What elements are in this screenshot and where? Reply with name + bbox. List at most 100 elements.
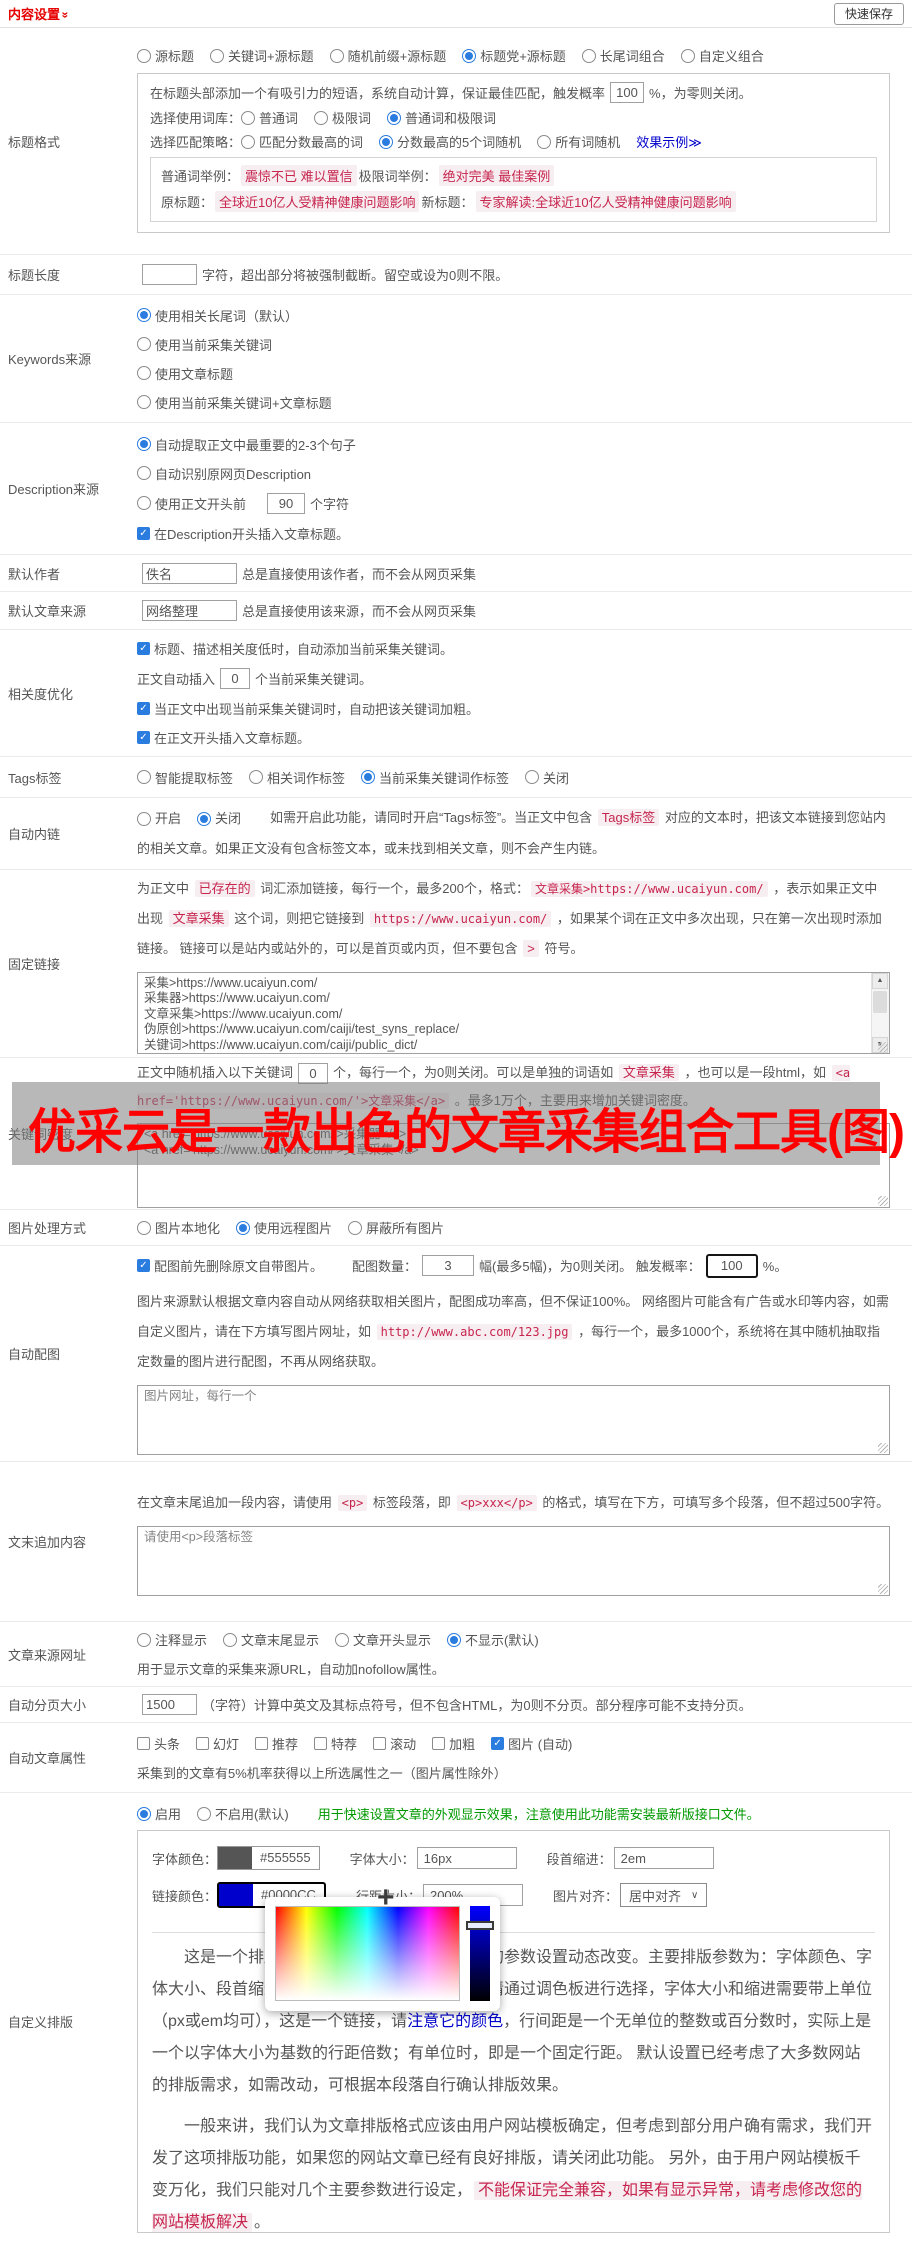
- inline-input[interactable]: [705, 1253, 758, 1278]
- checkbox-option[interactable]: 推荐: [255, 1734, 298, 1753]
- checkbox-icon[interactable]: ✓: [137, 642, 150, 655]
- radio-option[interactable]: 长尾词组合: [581, 46, 665, 65]
- radio-option[interactable]: 开启: [137, 804, 181, 834]
- radio-option[interactable]: 分数最高的5个词随机: [379, 132, 521, 151]
- inline-input[interactable]: [142, 600, 237, 621]
- checkbox-icon[interactable]: ✓: [137, 731, 150, 744]
- radio-option[interactable]: 启用: [137, 1804, 181, 1823]
- radio-option[interactable]: 相关词作标签: [249, 768, 345, 787]
- radio-icon[interactable]: [236, 1220, 251, 1235]
- radio-option[interactable]: 使用文章标题: [137, 364, 233, 383]
- radio-icon[interactable]: [361, 770, 376, 784]
- inline-input[interactable]: [610, 82, 645, 103]
- scroll-up-icon[interactable]: ▲: [872, 972, 888, 989]
- radio-icon[interactable]: [137, 466, 151, 480]
- checkbox-icon[interactable]: [314, 1736, 328, 1750]
- checkbox-option[interactable]: ✓ 在正文开头插入文章标题。: [137, 728, 310, 747]
- inline-input[interactable]: [422, 1255, 475, 1276]
- keyword-density-textarea[interactable]: <a href='https://www.ucaiyun.com/'>采集器</…: [137, 1123, 890, 1208]
- checkbox-icon[interactable]: [255, 1736, 269, 1750]
- radio-icon[interactable]: [335, 1632, 350, 1647]
- radio-option[interactable]: 自动识别原网页Description: [137, 464, 311, 483]
- radio-icon[interactable]: [210, 48, 225, 63]
- radio-option[interactable]: 使用远程图片: [236, 1218, 332, 1237]
- radio-option[interactable]: 随机前缀+源标题: [329, 46, 446, 65]
- inline-input[interactable]: [142, 1694, 197, 1715]
- radio-icon[interactable]: [249, 770, 264, 784]
- fixed-link-textarea[interactable]: 采集>https://www.ucaiyun.com/ 采集器>https://…: [137, 971, 890, 1054]
- radio-icon[interactable]: [379, 134, 394, 149]
- radio-option[interactable]: 文章开头显示: [335, 1630, 431, 1649]
- slider-handle[interactable]: [466, 1921, 494, 1930]
- radio-option[interactable]: 普通词: [241, 108, 298, 127]
- radio-icon[interactable]: [329, 48, 344, 63]
- checkbox-option[interactable]: ✓ 配图前先删除原文自带图片。: [137, 1256, 323, 1275]
- inline-input[interactable]: [142, 264, 197, 285]
- radio-option[interactable]: 自动提取正文中最重要的2-3个句子: [137, 435, 356, 454]
- radio-option[interactable]: 使用当前采集关键词+文章标题: [137, 393, 332, 412]
- checkbox-option[interactable]: ✓ 图片 (自动): [491, 1734, 572, 1753]
- radio-icon[interactable]: [137, 1220, 151, 1235]
- radio-option[interactable]: 关键词+源标题: [210, 46, 314, 65]
- checkbox-icon[interactable]: ✓: [137, 1259, 150, 1272]
- radio-icon[interactable]: [223, 1632, 238, 1647]
- link-color-swatch[interactable]: [219, 1884, 254, 1906]
- radio-icon[interactable]: [680, 48, 695, 63]
- radio-option[interactable]: 关闭: [525, 768, 569, 787]
- radio-option[interactable]: 使用正文开头前: [137, 494, 246, 513]
- checkbox-icon[interactable]: [432, 1736, 446, 1750]
- inline-input[interactable]: [267, 492, 306, 514]
- font-size-input[interactable]: [416, 1847, 517, 1869]
- radio-option[interactable]: 标题党+源标题: [462, 46, 566, 65]
- radio-icon[interactable]: [137, 366, 151, 380]
- radio-option[interactable]: 匹配分数最高的词: [241, 132, 363, 151]
- radio-icon[interactable]: [137, 48, 151, 63]
- radio-option[interactable]: 文章末尾显示: [223, 1630, 319, 1649]
- checkbox-icon[interactable]: [137, 1736, 150, 1750]
- radio-option[interactable]: 自定义组合: [680, 46, 764, 65]
- checkbox-icon[interactable]: ✓: [137, 702, 150, 715]
- link[interactable]: 注意它的颜色: [407, 2013, 503, 2030]
- radio-icon[interactable]: [137, 1632, 151, 1647]
- font-color-picker-field[interactable]: #555555: [217, 1846, 320, 1870]
- radio-icon[interactable]: [314, 110, 329, 125]
- radio-option[interactable]: 智能提取标签: [137, 768, 233, 787]
- radio-option[interactable]: 使用相关长尾词（默认）: [137, 306, 298, 325]
- inline-input[interactable]: [220, 668, 251, 689]
- radio-icon[interactable]: [525, 770, 540, 784]
- saturation-field[interactable]: [275, 1906, 460, 2001]
- image-urls-textarea[interactable]: [137, 1384, 890, 1455]
- checkbox-option[interactable]: ✓ 标题、描述相关度低时，自动添加当前采集关键词。: [137, 639, 453, 658]
- checkbox-icon[interactable]: ✓: [491, 1736, 505, 1750]
- checkbox-option[interactable]: 特荐: [314, 1734, 357, 1753]
- indent-input[interactable]: [613, 1847, 714, 1869]
- resize-handle-icon[interactable]: [878, 1196, 888, 1206]
- checkbox-option[interactable]: 幻灯: [196, 1734, 239, 1753]
- scrollbar-thumb[interactable]: [873, 990, 887, 1013]
- radio-option[interactable]: 屏蔽所有图片: [348, 1218, 444, 1237]
- radio-icon[interactable]: [137, 308, 151, 322]
- radio-icon[interactable]: [137, 1806, 151, 1821]
- radio-icon[interactable]: [387, 110, 402, 125]
- radio-icon[interactable]: [137, 496, 151, 510]
- checkbox-option[interactable]: ✓ 当正文中出现当前采集关键词时，自动把该关键词加粗。: [137, 699, 479, 718]
- radio-option[interactable]: 图片本地化: [137, 1218, 220, 1237]
- radio-icon[interactable]: [197, 811, 212, 826]
- radio-option[interactable]: 源标题: [137, 46, 194, 65]
- inline-input[interactable]: [142, 562, 237, 584]
- link[interactable]: 效果示例≫: [636, 132, 702, 151]
- resize-handle-icon[interactable]: [878, 1442, 888, 1453]
- radio-icon[interactable]: [447, 1632, 462, 1647]
- radio-option[interactable]: 关闭: [197, 804, 241, 834]
- radio-option[interactable]: 不显示(默认): [447, 1630, 539, 1649]
- radio-icon[interactable]: [137, 437, 151, 451]
- radio-icon[interactable]: [241, 134, 256, 149]
- radio-option[interactable]: 当前采集关键词作标签: [361, 768, 509, 787]
- checkbox-option[interactable]: 加粗: [432, 1734, 475, 1753]
- radio-option[interactable]: 不启用(默认): [197, 1804, 289, 1823]
- radio-option[interactable]: 所有词随机: [537, 132, 620, 151]
- radio-icon[interactable]: [581, 48, 596, 63]
- quick-save-button[interactable]: 快速保存: [833, 2, 904, 25]
- scrollbar[interactable]: ▲ ▼: [871, 972, 889, 1053]
- radio-option[interactable]: 注释显示: [137, 1630, 207, 1649]
